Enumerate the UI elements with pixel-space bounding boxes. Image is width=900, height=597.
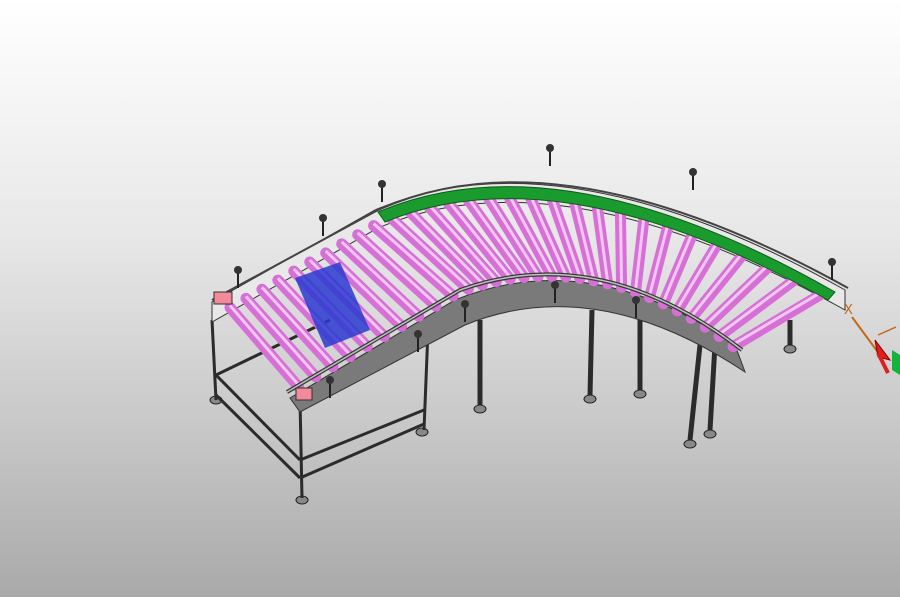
leg-foot <box>415 427 429 437</box>
rail-post-knob <box>828 258 836 266</box>
rail-post-knob <box>546 144 554 152</box>
roller-highlight <box>618 208 624 286</box>
support-leg <box>707 344 718 431</box>
leg-foot <box>583 394 597 404</box>
rail-post-knob <box>551 281 559 289</box>
rail-post-knob <box>326 376 334 384</box>
rail-post-knob <box>319 214 327 222</box>
leg-foot <box>683 439 697 449</box>
rail-post-knob <box>689 168 697 176</box>
end-cap-left <box>213 291 233 305</box>
cad-3d-viewport[interactable]: X <box>0 0 900 597</box>
rail-post-knob <box>632 296 640 304</box>
curved-roller-conveyor-model[interactable] <box>0 0 900 597</box>
leg-foot <box>633 389 647 399</box>
end-cap-bottom <box>295 387 313 401</box>
axis-x-label: X <box>844 303 853 318</box>
support-leg <box>587 309 595 396</box>
coordinate-axis-icon[interactable]: X <box>830 295 900 385</box>
rail-post-knob <box>461 300 469 308</box>
support-leg <box>687 344 703 441</box>
rail-post-knob <box>234 266 242 274</box>
axis-arrows <box>851 316 900 375</box>
rail-post-knob <box>378 180 386 188</box>
rail-post-knob <box>414 330 422 338</box>
leg-foot <box>783 344 797 354</box>
inner-frame-band <box>289 280 747 413</box>
leg-foot <box>473 404 487 414</box>
leg-foot <box>703 429 717 439</box>
